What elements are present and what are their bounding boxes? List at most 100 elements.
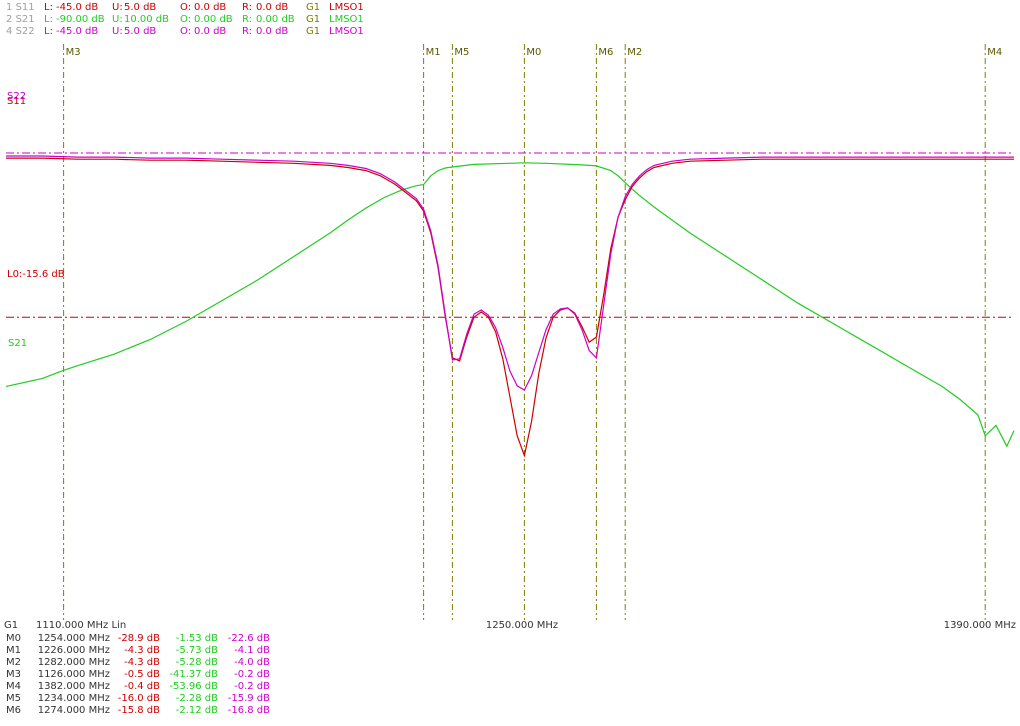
marker-frequency: 1234.000 MHz [38,693,110,704]
cal-label: LMSO1 [329,26,364,37]
trace-s22[interactable] [6,155,1014,391]
marker-label-m4: M4 [987,47,1002,58]
lower-limit-label: L: [44,14,53,25]
marker-name: M4 [6,681,21,692]
marker-s11: -4.3 dB [124,657,160,668]
marker-s21: -53.96 dB [169,681,218,692]
marker-s11: -16.0 dB [118,693,160,704]
frequency-axis: G1 1110.000 MHz Lin 1250.000 MHz 1390.00… [4,620,1016,631]
lower-limit-value: -45.0 dB [56,2,98,13]
marker-table: M0 1254.000 MHz -28.9 dB -1.53 dB -22.6 … [6,633,270,716]
marker-s22: -15.9 dB [228,693,270,704]
marker-s21: -5.73 dB [176,645,218,656]
marker-row-m3[interactable]: M3 1126.000 MHz -0.5 dB -41.37 dB -0.2 d… [6,669,270,680]
marker-row-m6[interactable]: M6 1274.000 MHz -15.8 dB -2.12 dB -16.8 … [6,705,270,716]
upper-limit-label: U: [112,14,123,25]
ref-value: 0.0 dB [256,26,288,37]
ref-label: R: [242,14,252,25]
start-frequency: 1110.000 MHz Lin [36,620,126,631]
trace-header: 1 S11 L: -45.0 dB U: 5.0 dB O: 0.0 dB R:… [6,2,364,37]
upper-limit-value: 10.00 dB [124,14,169,25]
upper-limit-label: U: [112,26,123,37]
marker-frequency: 1382.000 MHz [38,681,110,692]
offset-value: 0.0 dB [194,2,226,13]
marker-s22: -22.6 dB [228,633,270,644]
cal-label: LMSO1 [329,14,364,25]
marker-name: M6 [6,705,21,716]
lower-limit-value: -90.00 dB [56,14,105,25]
marker-s21: -2.12 dB [176,705,218,716]
upper-limit-value: 5.0 dB [124,26,156,37]
marker-s11: -4.3 dB [124,645,160,656]
marker-frequency: 1254.000 MHz [38,633,110,644]
marker-frequency: 1226.000 MHz [38,645,110,656]
trace-index: 1 S11 [6,2,35,13]
trace-label-s21: S21 [8,338,27,349]
trace-name-labels: S22 S11 L0:-15.6 dB S21 [7,91,65,349]
marker-row-m0[interactable]: M0 1254.000 MHz -28.9 dB -1.53 dB -22.6 … [6,633,270,644]
group-label: G1 [4,620,18,631]
ref-value: 0.00 dB [256,14,295,25]
ref-label: R: [242,26,252,37]
marker-label-m2: M2 [627,47,642,58]
marker-row-m1[interactable]: M1 1226.000 MHz -4.3 dB -5.73 dB -4.1 dB [6,645,270,656]
marker-s11: -0.4 dB [124,681,160,692]
offset-value: 0.0 dB [194,26,226,37]
marker-row-m4[interactable]: M4 1382.000 MHz -0.4 dB -53.96 dB -0.2 d… [6,681,270,692]
group-label: G1 [306,2,320,13]
marker-name: M5 [6,693,21,704]
lower-limit-value: -45.0 dB [56,26,98,37]
marker-s22: -4.0 dB [234,657,270,668]
trace-header-row-s21[interactable]: 2 S21 L: -90.00 dB U: 10.00 dB O: 0.00 d… [6,14,364,25]
lower-limit-label: L: [44,26,53,37]
upper-limit-label: U: [112,2,123,13]
marker-row-m2[interactable]: M2 1282.000 MHz -4.3 dB -5.28 dB -4.0 dB [6,657,270,668]
trace-s11[interactable] [6,157,1014,458]
marker-lines: M3 M1 M5 M0 M6 M2 M4 [63,44,1002,620]
marker-frequency: 1126.000 MHz [38,669,110,680]
marker-s11: -15.8 dB [118,705,160,716]
plot-area[interactable]: M3 M1 M5 M0 M6 M2 M4 S22 S11 L0:-15.6 dB S21 [5,44,1015,620]
ref-value: 0.0 dB [256,2,288,13]
marker-name: M2 [6,657,21,668]
marker-s11: -0.5 dB [124,669,160,680]
marker-name: M1 [6,645,21,656]
cal-label: LMSO1 [329,2,364,13]
limit-line-label: L0:-15.6 dB [7,269,65,280]
trace-index: 4 S22 [6,26,35,37]
trace-header-row-s11[interactable]: 1 S11 L: -45.0 dB U: 5.0 dB O: 0.0 dB R:… [6,2,364,13]
marker-s22: -16.8 dB [228,705,270,716]
group-label: G1 [306,26,320,37]
marker-s22: -0.2 dB [234,681,270,692]
marker-s22: -0.2 dB [234,669,270,680]
marker-frequency: 1282.000 MHz [38,657,110,668]
marker-s21: -5.28 dB [176,657,218,668]
marker-s21: -1.53 dB [176,633,218,644]
marker-label-m0: M0 [526,47,541,58]
vna-display: 1 S11 L: -45.0 dB U: 5.0 dB O: 0.0 dB R:… [4,2,1016,716]
marker-s22: -4.1 dB [234,645,270,656]
center-frequency: 1250.000 MHz [486,620,558,631]
offset-label: O: [180,14,191,25]
offset-value: 0.00 dB [194,14,233,25]
group-label: G1 [306,14,320,25]
offset-label: O: [180,2,191,13]
reference-lines [6,152,1014,318]
trace-label-s11: S11 [7,96,26,107]
marker-label-m3: M3 [66,47,81,58]
trace-header-row-s22[interactable]: 4 S22 L: -45.0 dB U: 5.0 dB O: 0.0 dB R:… [6,26,364,37]
marker-name: M0 [6,633,21,644]
marker-s21: -2.28 dB [176,693,218,704]
marker-label-m6: M6 [598,47,613,58]
trace-s21[interactable] [5,162,1015,448]
marker-label-m5: M5 [454,47,469,58]
ref-label: R: [242,2,252,13]
marker-name: M3 [6,669,21,680]
marker-row-m5[interactable]: M5 1234.000 MHz -16.0 dB -2.28 dB -15.9 … [6,693,270,704]
marker-frequency: 1274.000 MHz [38,705,110,716]
offset-label: O: [180,26,191,37]
stop-frequency: 1390.000 MHz [944,620,1016,631]
traces [5,155,1015,458]
marker-s11: -28.9 dB [118,633,160,644]
marker-label-m1: M1 [426,47,441,58]
